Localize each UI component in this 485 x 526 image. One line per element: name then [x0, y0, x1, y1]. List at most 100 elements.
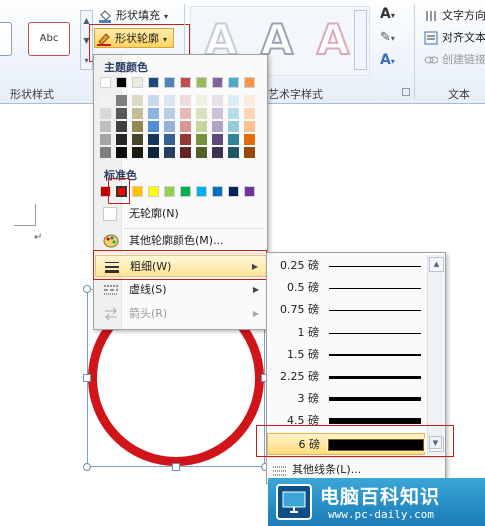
theme-color-shade-swatch[interactable]	[244, 95, 255, 106]
dialog-launcher-icon[interactable]	[402, 88, 410, 96]
weight-option[interactable]: 1 磅	[267, 322, 425, 344]
standard-color-swatch[interactable]	[164, 186, 175, 197]
theme-color-swatch[interactable]	[212, 77, 223, 88]
theme-color-shade-swatch[interactable]	[228, 95, 239, 106]
theme-color-shade-swatch[interactable]	[212, 108, 223, 119]
theme-color-shade-swatch[interactable]	[100, 134, 111, 145]
text-fill-icon[interactable]: A▾	[380, 6, 395, 22]
theme-color-shade-swatch[interactable]	[180, 147, 191, 158]
theme-color-shade-swatch[interactable]	[180, 121, 191, 132]
submenu-arrow-icon: ▶	[252, 285, 259, 294]
theme-color-shade-swatch[interactable]	[148, 95, 159, 106]
theme-color-shade-swatch[interactable]	[212, 147, 223, 158]
standard-color-swatch[interactable]	[180, 186, 191, 197]
wordart-gallery-scroll[interactable]	[354, 10, 367, 70]
standard-color-swatch[interactable]	[132, 186, 143, 197]
theme-color-swatch[interactable]	[196, 77, 207, 88]
weight-sample-line	[329, 288, 421, 290]
weight-option[interactable]: 1.5 磅	[267, 344, 425, 366]
theme-color-shade-swatch[interactable]	[212, 134, 223, 145]
theme-color-shade-swatch[interactable]	[116, 108, 127, 119]
theme-color-swatch[interactable]	[180, 77, 191, 88]
theme-color-shade-swatch[interactable]	[100, 121, 111, 132]
highlight-selected-weight	[256, 425, 454, 457]
theme-color-shade-swatch[interactable]	[196, 95, 207, 106]
theme-color-swatch[interactable]	[244, 77, 255, 88]
resize-handle-bottom-left[interactable]	[83, 463, 91, 471]
theme-color-swatch[interactable]	[132, 77, 143, 88]
theme-color-shade-swatch[interactable]	[164, 95, 175, 106]
weight-option[interactable]: 2.25 磅	[267, 366, 425, 388]
theme-color-swatch[interactable]	[100, 77, 111, 88]
wordart-style-3[interactable]: A	[308, 10, 358, 70]
theme-color-shade-swatch[interactable]	[164, 121, 175, 132]
theme-color-shade-swatch[interactable]	[116, 147, 127, 158]
theme-color-shade-swatch[interactable]	[132, 147, 143, 158]
resize-handle-bottom[interactable]	[172, 463, 180, 471]
shape-fill-button[interactable]: 形状填充 ▾	[96, 6, 168, 26]
theme-color-shade-swatch[interactable]	[196, 147, 207, 158]
theme-color-swatch[interactable]	[228, 77, 239, 88]
theme-color-shade-swatch[interactable]	[100, 108, 111, 119]
standard-color-swatch[interactable]	[148, 186, 159, 197]
text-outline-icon[interactable]: ✎▾	[380, 30, 395, 45]
weight-option[interactable]: 0.5 磅	[267, 277, 425, 299]
theme-color-shade-swatch[interactable]	[164, 108, 175, 119]
theme-color-shade-swatch[interactable]	[228, 134, 239, 145]
text-effects-icon[interactable]: A▾	[380, 52, 395, 68]
theme-color-shade-swatch[interactable]	[228, 108, 239, 119]
theme-color-shade-swatch[interactable]	[148, 108, 159, 119]
theme-color-swatch[interactable]	[148, 77, 159, 88]
theme-color-swatch[interactable]	[116, 77, 127, 88]
weight-option[interactable]: 0.25 磅	[267, 255, 425, 277]
theme-color-shade-swatch[interactable]	[244, 134, 255, 145]
theme-color-shade-swatch[interactable]	[244, 121, 255, 132]
standard-color-swatch[interactable]	[244, 186, 255, 197]
theme-color-shade-swatch[interactable]	[196, 121, 207, 132]
shape-style-preset-1[interactable]	[0, 22, 12, 56]
theme-color-shade-swatch[interactable]	[100, 147, 111, 158]
theme-color-shade-swatch[interactable]	[132, 134, 143, 145]
theme-color-shade-swatch[interactable]	[228, 121, 239, 132]
standard-color-swatch[interactable]	[212, 186, 223, 197]
resize-handle-top-left[interactable]	[83, 285, 91, 293]
theme-color-shade-swatch[interactable]	[164, 147, 175, 158]
theme-color-shade-swatch[interactable]	[116, 95, 127, 106]
dashes-label: 虚线(S)	[129, 283, 167, 296]
text-direction-button[interactable]: 文字方向	[422, 6, 485, 26]
theme-color-shade-swatch[interactable]	[116, 121, 127, 132]
shape-style-preset-2[interactable]: Abc	[28, 22, 70, 56]
theme-color-swatch[interactable]	[164, 77, 175, 88]
theme-color-shade-swatch[interactable]	[164, 134, 175, 145]
theme-color-shade-swatch[interactable]	[116, 134, 127, 145]
dashes-item[interactable]: 虚线(S) ▶	[95, 279, 267, 301]
more-outline-colors-item[interactable]: 其他轮廓颜色(M)...	[95, 230, 267, 252]
theme-color-shade-swatch[interactable]	[100, 95, 111, 106]
menu-separator	[124, 228, 264, 229]
standard-color-swatch[interactable]	[228, 186, 239, 197]
theme-color-shade-swatch[interactable]	[148, 134, 159, 145]
scroll-up-button[interactable]: ▲	[429, 257, 444, 272]
weight-option[interactable]: 0.75 磅	[267, 299, 425, 321]
theme-color-shade-swatch[interactable]	[148, 147, 159, 158]
theme-color-shade-swatch[interactable]	[132, 95, 143, 106]
theme-color-shade-swatch[interactable]	[244, 147, 255, 158]
theme-color-shade-swatch[interactable]	[180, 134, 191, 145]
theme-color-shade-swatch[interactable]	[196, 108, 207, 119]
theme-color-shade-swatch[interactable]	[132, 108, 143, 119]
align-text-button[interactable]: 对齐文本	[422, 28, 485, 48]
weight-option-label: 0.5 磅	[287, 281, 319, 295]
no-outline-item[interactable]: 无轮廓(N)	[95, 203, 267, 225]
theme-color-shade-swatch[interactable]	[180, 108, 191, 119]
theme-color-shade-swatch[interactable]	[148, 121, 159, 132]
theme-color-shade-swatch[interactable]	[212, 95, 223, 106]
theme-color-shade-swatch[interactable]	[196, 134, 207, 145]
resize-handle-left[interactable]	[83, 374, 91, 382]
standard-color-swatch[interactable]	[196, 186, 207, 197]
weight-option[interactable]: 3 磅	[267, 388, 425, 410]
theme-color-shade-swatch[interactable]	[228, 147, 239, 158]
theme-color-shade-swatch[interactable]	[212, 121, 223, 132]
theme-color-shade-swatch[interactable]	[244, 108, 255, 119]
theme-color-shade-swatch[interactable]	[132, 121, 143, 132]
theme-color-shade-swatch[interactable]	[180, 95, 191, 106]
